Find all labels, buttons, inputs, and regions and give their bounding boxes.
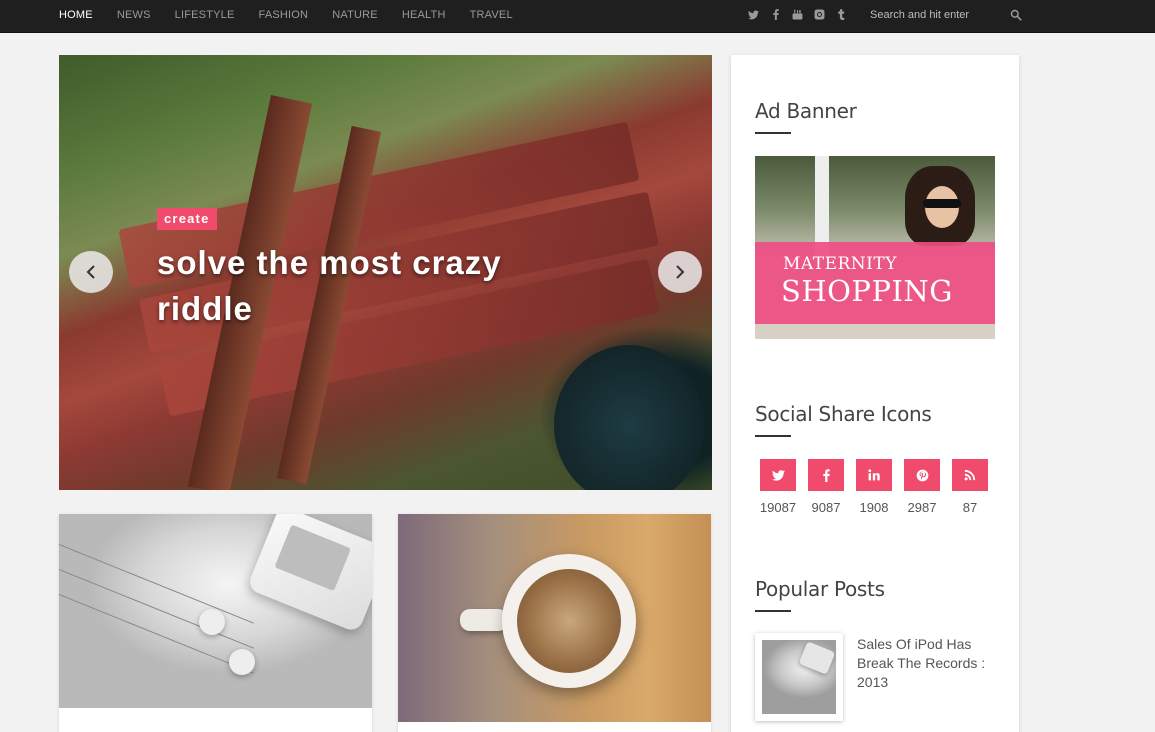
slide-image-wheel: [554, 345, 704, 490]
linkedin-share-button[interactable]: [856, 459, 892, 491]
ipod-image: [246, 514, 372, 634]
ipod-screen: [274, 524, 352, 592]
popular-posts-title: Popular Posts: [755, 577, 885, 612]
social-share-list: 19087 9087 1908 2987 87: [760, 459, 1000, 515]
nav-news[interactable]: NEWS: [117, 9, 151, 21]
popular-post-title[interactable]: Sales Of iPod Has Break The Records : 20…: [857, 635, 992, 692]
pinterest-share-button[interactable]: [904, 459, 940, 491]
sunglasses: [923, 199, 961, 208]
social-share-title: Social Share Icons: [755, 402, 932, 437]
sheet-music-line: [59, 569, 254, 649]
search-input[interactable]: [870, 8, 1000, 21]
coffee-surface: [517, 569, 621, 673]
share-item-twitter: 19087: [760, 459, 796, 515]
share-count: 87: [962, 500, 978, 515]
nav-home[interactable]: HOME: [59, 9, 93, 21]
slider-prev-button[interactable]: [69, 251, 113, 293]
rss-share-button[interactable]: [952, 459, 988, 491]
ad-text-line1: MATERNITY: [783, 254, 897, 274]
ipod-thumbnail-image: [762, 640, 836, 714]
ipod-mini: [798, 641, 836, 675]
sheet-music-line: [59, 544, 254, 624]
header-search: [870, 0, 1022, 29]
share-item-pinterest: 2987: [904, 459, 940, 515]
linkedin-icon: [868, 469, 880, 481]
nav-lifestyle[interactable]: LIFESTYLE: [175, 9, 235, 21]
sheet-music-line: [59, 594, 254, 674]
twitter-icon[interactable]: [748, 9, 759, 20]
ad-banner-title: Ad Banner: [755, 99, 857, 134]
cup-handle: [460, 609, 508, 631]
top-navbar: HOME NEWS LIFESTYLE FASHION NATURE HEALT…: [0, 0, 1155, 33]
ad-text-line2: SHOPPING: [781, 274, 953, 308]
nav-nature[interactable]: NATURE: [332, 9, 378, 21]
share-count: 9087: [811, 500, 841, 515]
header-social-links: [748, 0, 858, 29]
slide-category-tag[interactable]: create: [157, 208, 217, 230]
twitter-icon: [771, 469, 785, 481]
facebook-share-button[interactable]: [808, 459, 844, 491]
search-icon[interactable]: [1010, 9, 1022, 21]
tumblr-icon[interactable]: [836, 9, 847, 20]
instagram-icon[interactable]: [814, 9, 825, 20]
slider-next-button[interactable]: [658, 251, 702, 293]
popular-post-thumbnail[interactable]: [755, 633, 843, 721]
ad-banner[interactable]: MATERNITY SHOPPING: [755, 156, 995, 339]
post-card[interactable]: [398, 514, 711, 732]
share-count: 1908: [859, 500, 889, 515]
facebook-icon: [822, 468, 830, 482]
chevron-right-icon: [676, 265, 685, 279]
main-nav: HOME NEWS LIFESTYLE FASHION NATURE HEALT…: [59, 0, 537, 29]
share-count: 2987: [907, 500, 937, 515]
earbud-image: [199, 609, 225, 635]
pinterest-icon: [916, 469, 928, 481]
share-count: 19087: [759, 500, 797, 515]
coffee-cup-image: [502, 554, 636, 688]
rss-icon: [964, 469, 976, 481]
share-item-rss: 87: [952, 459, 988, 515]
post-thumbnail[interactable]: [398, 514, 711, 722]
earbud-image: [229, 649, 255, 675]
facebook-icon[interactable]: [770, 9, 781, 20]
share-item-linkedin: 1908: [856, 459, 892, 515]
share-item-facebook: 9087: [808, 459, 844, 515]
nav-health[interactable]: HEALTH: [402, 9, 446, 21]
ad-pillar: [815, 156, 829, 256]
post-thumbnail[interactable]: [59, 514, 372, 708]
twitter-share-button[interactable]: [760, 459, 796, 491]
youtube-icon[interactable]: [792, 9, 803, 20]
slide-title[interactable]: solve the most crazy riddle: [157, 240, 577, 332]
sidebar: Ad Banner MATERNITY SHOPPING Social Shar…: [731, 55, 1019, 732]
nav-fashion[interactable]: FASHION: [259, 9, 309, 21]
nav-travel[interactable]: TRAVEL: [470, 9, 513, 21]
chevron-left-icon: [86, 265, 95, 279]
post-card[interactable]: [59, 514, 372, 732]
